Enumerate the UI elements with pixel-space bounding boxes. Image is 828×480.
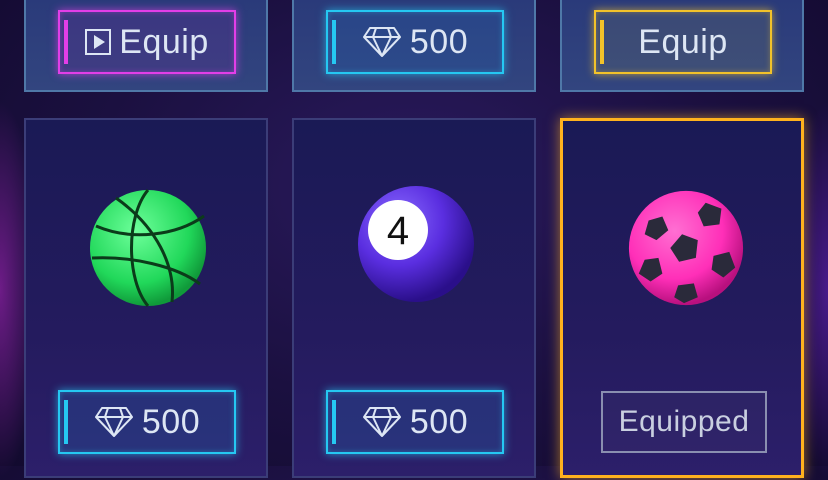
- soccer-ball-image: [628, 190, 744, 306]
- top-card-2: 500: [292, 0, 536, 92]
- play-video-icon: [85, 29, 112, 55]
- top-card-1: Equip: [24, 0, 268, 92]
- diamond-icon: [94, 407, 133, 437]
- button-label: Equip: [119, 22, 209, 61]
- price-label: 500: [141, 402, 201, 441]
- price-label: 500: [409, 22, 469, 61]
- basketball-ball-image: [90, 189, 206, 307]
- billiard-ball-image: 4: [358, 186, 474, 302]
- equipped-status-button[interactable]: Equipped: [601, 391, 767, 453]
- buy-button[interactable]: 500: [58, 390, 236, 454]
- equip-button[interactable]: Equip: [594, 10, 772, 74]
- button-accent-bar: [332, 20, 336, 64]
- button-accent-bar: [332, 400, 336, 444]
- diamond-icon: [362, 27, 401, 57]
- button-accent-bar: [64, 20, 68, 64]
- ball-card-basketball[interactable]: 500: [24, 118, 268, 478]
- ball-card-billiard[interactable]: 4 500: [292, 118, 536, 478]
- watch-ad-equip-button[interactable]: Equip: [58, 10, 236, 74]
- billiard-number: 4: [387, 209, 409, 253]
- button-accent-bar: [64, 400, 68, 444]
- price-label: 500: [409, 402, 469, 441]
- buy-button[interactable]: 500: [326, 10, 504, 74]
- buy-button[interactable]: 500: [326, 390, 504, 454]
- button-label: Equipped: [618, 405, 750, 438]
- diamond-icon: [362, 407, 401, 437]
- button-accent-bar: [600, 20, 604, 64]
- top-card-3: Equip: [560, 0, 804, 92]
- button-label: Equip: [638, 22, 728, 61]
- ball-card-soccer[interactable]: Equipped: [560, 118, 804, 478]
